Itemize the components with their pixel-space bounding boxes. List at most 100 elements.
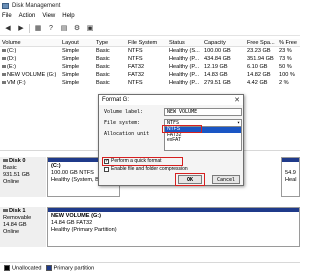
compression-checkbox[interactable] xyxy=(104,166,109,172)
volume-capacity: 12.19 GB xyxy=(204,64,228,70)
disk-icon xyxy=(3,159,8,163)
volume-fs: NTFS xyxy=(128,56,143,62)
menu-bar: File Action View Help xyxy=(0,11,300,20)
compression-row[interactable]: Enable file and folder compression xyxy=(104,166,188,172)
compression-label: Enable file and folder compression xyxy=(111,166,188,172)
toolbar-separator xyxy=(29,23,30,33)
option-exfat[interactable]: exFAT xyxy=(165,137,241,144)
legend-unallocated: Unallocated xyxy=(4,265,42,272)
cancel-button[interactable]: Cancel xyxy=(212,175,240,184)
quick-format-highlight-box xyxy=(102,157,183,166)
col-layout[interactable]: Layout xyxy=(62,39,94,47)
volume-status: Healthy (P... xyxy=(169,56,200,62)
drive-icon xyxy=(2,65,6,69)
table-row[interactable]: VM (F:) Simple Basic NTFS Healthy (P... … xyxy=(0,79,300,87)
legend-primary: Primary partition xyxy=(45,265,94,272)
col-percent-free[interactable]: % Free xyxy=(279,39,300,47)
col-free-space[interactable]: Free Spa... xyxy=(247,39,277,47)
volume-fs: NTFS xyxy=(128,80,143,86)
menu-help[interactable]: Help xyxy=(62,13,74,19)
forward-icon[interactable]: ▶ xyxy=(16,23,26,33)
table-row[interactable]: NEW VOLUME (G:) Simple Basic FAT32 Healt… xyxy=(0,71,300,79)
ok-highlight-box xyxy=(175,173,205,186)
volume-name: NEW VOLUME (G:) xyxy=(7,72,57,78)
volume-fs: FAT32 xyxy=(128,64,145,70)
file-system-label: File system: xyxy=(104,120,141,126)
volume-fs: NTFS xyxy=(128,48,143,54)
disk-management-app-icon xyxy=(2,2,9,9)
volume-name: (C:) xyxy=(7,48,17,54)
settings-icon[interactable]: ⚙ xyxy=(72,23,82,33)
volume-type: Basic xyxy=(96,48,110,54)
volume-percent: 2 % xyxy=(279,80,289,86)
volume-label-row: Volume label: NEW VOLUME xyxy=(104,107,242,118)
volume-layout: Simple xyxy=(62,56,80,62)
refresh-icon[interactable]: ▤ xyxy=(59,23,69,33)
ntfs-highlight-box xyxy=(162,125,202,133)
volume-free: 23.23 GB xyxy=(247,48,271,54)
volume-type: Basic xyxy=(96,56,110,62)
table-row[interactable]: (C:) Simple Basic NTFS Healthy (S... 100… xyxy=(0,47,300,55)
volume-name: (E:) xyxy=(7,64,17,70)
col-capacity[interactable]: Capacity xyxy=(204,39,246,47)
volume-status: Healthy (P... xyxy=(169,80,200,86)
volume-type: Basic xyxy=(96,80,110,86)
close-icon[interactable]: ✕ xyxy=(234,96,240,104)
volume-layout: Simple xyxy=(62,80,80,86)
volume-label-label: Volume label: xyxy=(104,109,144,115)
table-row[interactable]: (E:) Simple Basic FAT32 Healthy (P... 12… xyxy=(0,63,300,71)
menu-file[interactable]: File xyxy=(2,13,12,19)
volume-capacity: 100.00 GB xyxy=(204,48,231,54)
col-file-system[interactable]: File System xyxy=(128,39,168,47)
volume-status: Healthy (P... xyxy=(169,72,200,78)
partition-right[interactable]: 54.9 Heal xyxy=(281,157,300,197)
col-status[interactable]: Status xyxy=(169,39,203,47)
volume-name: VM (F:) xyxy=(7,80,26,86)
volume-capacity: 14.83 GB xyxy=(204,72,228,78)
unallocated-swatch-icon xyxy=(4,265,10,272)
table-header: Volume Layout Type File System Status Ca… xyxy=(0,39,300,47)
volume-layout: Simple xyxy=(62,64,80,70)
volume-free: 14.82 GB xyxy=(247,72,271,78)
col-volume[interactable]: Volume xyxy=(2,39,60,47)
volume-free: 6.10 GB xyxy=(247,64,268,70)
window-title: Disk Management xyxy=(12,2,61,9)
volume-percent: 73 % xyxy=(279,56,292,62)
volume-layout: Simple xyxy=(62,48,80,54)
dialog-title: Format G: xyxy=(102,97,130,103)
volume-name: (D:) xyxy=(7,56,17,62)
primary-swatch-icon xyxy=(45,265,52,272)
partition-g[interactable]: NEW VOLUME (G:) 14.84 GB FAT32 Healthy (… xyxy=(47,207,300,247)
volume-percent: 50 % xyxy=(279,64,292,70)
menu-view[interactable]: View xyxy=(42,13,55,19)
allocation-unit-label: Allocation unit xyxy=(104,131,150,137)
title-bar: Disk Management xyxy=(0,0,300,11)
col-type[interactable]: Type xyxy=(96,39,126,47)
volume-label-input[interactable]: NEW VOLUME xyxy=(164,108,242,116)
drive-icon xyxy=(2,73,6,77)
volume-percent: 23 % xyxy=(279,48,292,54)
properties-icon[interactable]: ▦ xyxy=(33,23,43,33)
volume-status: Healthy (P... xyxy=(169,64,200,70)
volume-status: Healthy (S... xyxy=(169,48,200,54)
more-icon[interactable]: ▣ xyxy=(85,23,95,33)
volume-type: Basic xyxy=(96,72,110,78)
legend: Unallocated Primary partition xyxy=(0,262,300,274)
help-icon[interactable]: ? xyxy=(46,23,56,33)
volume-layout: Simple xyxy=(62,72,80,78)
volume-type: Basic xyxy=(96,64,110,70)
format-dialog: Format G: ✕ Volume label: NEW VOLUME Fil… xyxy=(98,94,244,186)
volume-capacity: 434.84 GB xyxy=(204,56,231,62)
dialog-title-bar: Format G: ✕ xyxy=(99,95,243,105)
drive-icon xyxy=(2,57,6,61)
back-icon[interactable]: ◀ xyxy=(3,23,13,33)
table-row[interactable]: (D:) Simple Basic NTFS Healthy (P... 434… xyxy=(0,55,300,63)
toolbar: ◀ ▶ ▦ ? ▤ ⚙ ▣ xyxy=(0,21,300,36)
volume-capacity: 279.51 GB xyxy=(204,80,231,86)
menu-action[interactable]: Action xyxy=(19,13,36,19)
volume-percent: 100 % xyxy=(279,72,295,78)
volume-free: 4.42 GB xyxy=(247,80,268,86)
drive-icon xyxy=(2,49,6,53)
disk-icon xyxy=(3,209,8,213)
disk-0-label: Disk 0 Basic 931.51 GB Online xyxy=(0,157,46,197)
